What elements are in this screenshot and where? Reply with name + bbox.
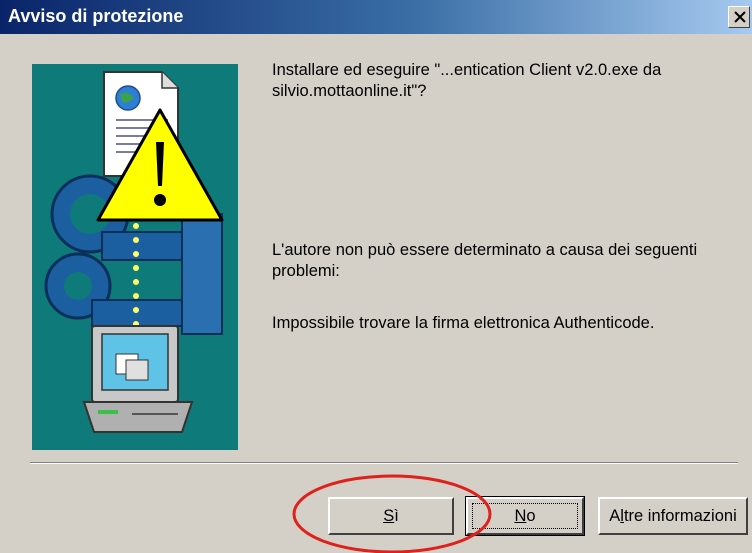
separator	[30, 462, 738, 464]
yes-button[interactable]: Sì	[328, 497, 454, 535]
close-icon	[734, 11, 746, 23]
window-title: Avviso di protezione	[8, 6, 184, 26]
computer-icon	[82, 325, 194, 433]
security-illustration	[32, 64, 238, 450]
message-install-prompt: Installare ed eseguire "...entication Cl…	[272, 61, 662, 100]
more-info-button[interactable]: Al tre informazioni	[598, 497, 748, 535]
focus-rect	[472, 503, 578, 529]
security-warning-dialog: Avviso di protezione Installare ed esegu…	[0, 0, 752, 553]
no-button[interactable]: No	[465, 496, 585, 536]
message-signature-missing: Impossibile trovare la firma elettronica…	[272, 314, 655, 332]
close-button[interactable]	[728, 6, 750, 28]
title-bar[interactable]: Avviso di protezione	[0, 0, 752, 34]
message-author-unknown: L'autore non può essere determinato a ca…	[272, 241, 698, 280]
